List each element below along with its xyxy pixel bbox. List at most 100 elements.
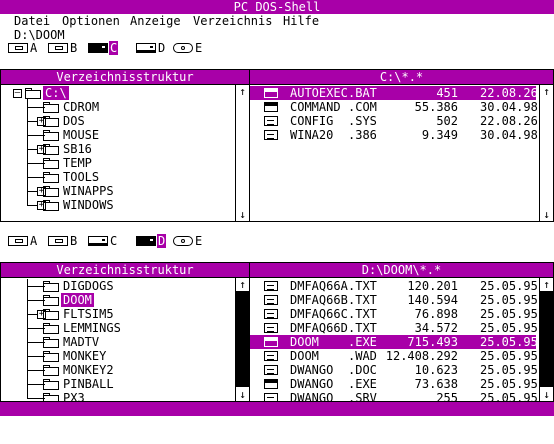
program-file-icon — [264, 102, 278, 112]
drive-letter: D — [158, 41, 166, 55]
file-row[interactable]: CONFIG .SYS 502 22.08.26 — [250, 114, 538, 128]
scroll-up-arrow-icon[interactable]: ↑ — [236, 278, 249, 291]
tree-panel-bottom[interactable]: Verzeichnisstruktur DIGDOGS DOOM + FLTSIM5 L… — [0, 262, 250, 402]
tree-connector — [27, 135, 37, 136]
tree-item[interactable]: + FLTSIM5 — [1, 307, 233, 321]
scroll-down-arrow-icon[interactable]: ↓ — [236, 208, 249, 221]
tree-item[interactable]: + SB16 — [1, 142, 233, 156]
files-scrollbar[interactable]: ↑ ↓ — [539, 85, 553, 221]
tree-item[interactable]: + WINAPPS — [1, 184, 233, 198]
file-row[interactable]: DMFAQ66C .TXT 76.898 25.05.95 — [250, 307, 538, 321]
file-row[interactable]: DOOM .EXE 715.493 25.05.95 — [250, 335, 538, 349]
tree-connector — [27, 398, 37, 399]
file-extension: .WAD — [348, 349, 377, 363]
drive-a-button[interactable]: A — [8, 233, 38, 249]
scroll-up-arrow-icon[interactable]: ↑ — [540, 85, 553, 98]
folder-icon — [43, 144, 59, 155]
drive-e-button[interactable]: E — [173, 40, 203, 56]
tree-panel-top[interactable]: Verzeichnisstruktur – C:\ CDROM + DOS MOUSE + S… — [0, 69, 250, 222]
drive-bar-bottom: A B C D E — [8, 233, 308, 249]
tree-item[interactable]: LEMMINGS — [1, 321, 233, 335]
file-panel-bottom[interactable]: D:\DOOM\*.* DMFAQ66A .TXT 120.201 25.05.95 D… — [249, 262, 554, 402]
file-row[interactable]: AUTOEXEC .BAT 451 22.08.26 — [250, 86, 538, 100]
tree-item[interactable]: MONKEY2 — [1, 363, 233, 377]
tree-connector — [27, 205, 37, 206]
file-row[interactable]: DOOM .WAD 12.408.292 25.05.95 — [250, 349, 538, 363]
tree-item[interactable]: + WINDOWS — [1, 198, 233, 212]
tree-item-label: MOUSE — [63, 128, 100, 142]
file-row[interactable]: DWANGO .EXE 73.638 25.05.95 — [250, 377, 538, 391]
tree-connector — [27, 328, 37, 329]
hard-drive-icon — [88, 43, 108, 53]
drive-c-button[interactable]: C — [88, 233, 118, 249]
folder-icon — [43, 295, 59, 306]
document-file-icon — [264, 393, 278, 401]
file-row[interactable]: DWANGO .SRV 255 25.05.95 — [250, 391, 538, 402]
scroll-up-arrow-icon[interactable]: ↑ — [236, 85, 249, 98]
file-size: 73.638 — [414, 377, 458, 391]
floppy-drive-icon — [8, 43, 28, 53]
tree-item[interactable]: MONKEY — [1, 349, 233, 363]
tree-item-label: TOOLS — [63, 170, 100, 184]
file-row[interactable]: COMMAND .COM 55.386 30.04.98 — [250, 100, 538, 114]
menu-verzeichnis[interactable]: Verzeichnis — [193, 14, 272, 28]
status-bar: F10=Menüleiste UMSCHALT+F9=Eingabeauffor… — [0, 402, 554, 444]
tree-item[interactable]: TOOLS — [1, 170, 233, 184]
file-name: DWANGO — [290, 377, 334, 391]
tree-item[interactable]: MADTV — [1, 335, 233, 349]
scroll-thumb[interactable] — [540, 291, 553, 387]
tree-item[interactable]: + DOS — [1, 114, 233, 128]
menu-datei[interactable]: Datei — [14, 14, 50, 28]
file-date: 22.08.26 — [480, 114, 538, 128]
file-name: DMFAQ66A — [290, 279, 348, 293]
tree-item[interactable]: TEMP — [1, 156, 233, 170]
tree-item[interactable]: DOOM — [1, 293, 233, 307]
scroll-down-arrow-icon[interactable]: ↓ — [236, 388, 249, 401]
tree-item[interactable]: MOUSE — [1, 128, 233, 142]
file-panel-top[interactable]: C:\*.* AUTOEXEC .BAT 451 22.08.26 COMMAND .CO… — [249, 69, 554, 222]
tree-item[interactable]: PX3 — [1, 391, 233, 401]
menu-anzeige[interactable]: Anzeige — [130, 14, 181, 28]
file-row[interactable]: DMFAQ66A .TXT 120.201 25.05.95 — [250, 279, 538, 293]
tree-item[interactable]: CDROM — [1, 100, 233, 114]
tree-connector — [27, 370, 37, 371]
tree-item[interactable]: – C:\ — [1, 86, 233, 100]
menu-bar: Datei Optionen Anzeige Verzeichnis Hilfe — [0, 14, 554, 28]
folder-icon — [43, 351, 59, 362]
tree-connector — [27, 384, 37, 385]
scroll-up-arrow-icon[interactable]: ↑ — [540, 278, 553, 291]
drive-d-button[interactable]: D — [136, 233, 167, 249]
file-row[interactable]: DMFAQ66D .TXT 34.572 25.05.95 — [250, 321, 538, 335]
drive-c-button[interactable]: C — [88, 40, 119, 56]
file-header-top: C:\*.* — [250, 70, 553, 85]
scroll-thumb[interactable] — [236, 291, 249, 387]
file-size: 255 — [436, 391, 458, 402]
tree-scrollbar[interactable]: ↑ ↓ — [235, 278, 249, 401]
file-extension: .EXE — [348, 377, 377, 391]
document-file-icon — [264, 323, 278, 333]
collapse-icon[interactable]: – — [13, 89, 22, 98]
tree-item-label: WINAPPS — [63, 184, 114, 198]
drive-b-button[interactable]: B — [48, 233, 78, 249]
menu-hilfe[interactable]: Hilfe — [283, 14, 319, 28]
scroll-down-arrow-icon[interactable]: ↓ — [540, 208, 553, 221]
file-extension: .DOC — [348, 363, 377, 377]
tree-item[interactable]: DIGDOGS — [1, 279, 233, 293]
menu-optionen[interactable]: Optionen — [62, 14, 120, 28]
files-scrollbar[interactable]: ↑ ↓ — [539, 278, 553, 401]
program-file-icon — [264, 379, 278, 389]
tree-scrollbar[interactable]: ↑ ↓ — [235, 85, 249, 221]
file-row[interactable]: DWANGO .DOC 10.623 25.05.95 — [250, 363, 538, 377]
folder-icon — [25, 88, 41, 99]
scroll-down-arrow-icon[interactable]: ↓ — [540, 388, 553, 401]
drive-d-button[interactable]: D — [136, 40, 166, 56]
drive-e-button[interactable]: E — [173, 233, 203, 249]
file-size: 502 — [436, 114, 458, 128]
file-name: COMMAND — [290, 100, 341, 114]
file-row[interactable]: DMFAQ66B .TXT 140.594 25.05.95 — [250, 293, 538, 307]
drive-b-button[interactable]: B — [48, 40, 78, 56]
drive-a-button[interactable]: A — [8, 40, 38, 56]
tree-item[interactable]: PINBALL — [1, 377, 233, 391]
file-row[interactable]: WINA20 .386 9.349 30.04.98 — [250, 128, 538, 142]
tree-item-label: MADTV — [63, 335, 100, 349]
